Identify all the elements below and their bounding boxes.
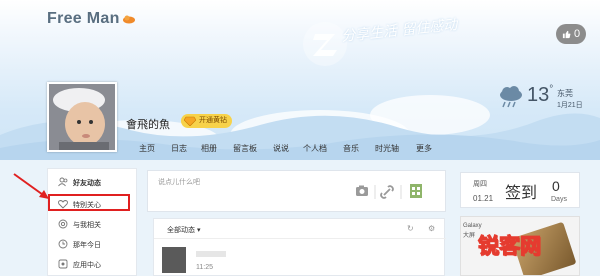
feed-filter-dropdown[interactable]: 全部动态 ▾ — [167, 225, 200, 235]
composer-placeholder: 说点儿什么吧 — [158, 179, 200, 186]
cloud-badge-icon — [123, 15, 135, 24]
weather-date: 1月21日 — [557, 102, 583, 109]
space-title[interactable]: Free Man — [47, 10, 120, 28]
camera-icon[interactable] — [356, 185, 368, 197]
sidebar-item-related[interactable]: 与我相关 — [48, 215, 138, 233]
checkin-unit: Days — [551, 196, 567, 203]
at-icon — [58, 219, 68, 229]
nav-item-music[interactable]: 音乐 — [343, 143, 359, 154]
checkin-count: 0 — [552, 178, 560, 194]
sidebar-item-label: 好友动态 — [73, 180, 101, 187]
main-nav: 主页 日志 相册 留言板 说说 个人档 音乐 时光轴 更多 — [0, 137, 600, 160]
nav-item-moments[interactable]: 说说 — [273, 143, 289, 154]
nav-item-blog[interactable]: 日志 — [171, 143, 187, 154]
checkin-date: 01.21 — [473, 194, 494, 203]
sidebar-item-label: 应用中心 — [73, 262, 101, 269]
watermark: 锐客网 — [478, 235, 542, 259]
clock-icon — [58, 239, 68, 249]
sidebar-item-app-center[interactable]: 应用中心 — [48, 255, 138, 273]
sidebar-item-label: 与我相关 — [73, 222, 101, 229]
link-icon[interactable] — [380, 185, 394, 199]
settings-icon[interactable]: ⚙ — [428, 224, 435, 233]
rain-cloud-icon — [500, 86, 522, 108]
username[interactable]: 會飛的魚 — [126, 116, 170, 132]
sidebar-item-label: 那年今日 — [73, 242, 101, 249]
sidebar-item-friends-feed[interactable]: 好友动态 — [48, 173, 138, 191]
post-composer[interactable]: 说点儿什么吧 — [147, 170, 446, 212]
feed-avatar[interactable] — [162, 247, 186, 273]
like-count: 0 — [573, 28, 581, 40]
nav-item-message-board[interactable]: 留言板 — [233, 143, 257, 154]
sidebar: 好友动态 特别关心 与我相关 那年今日 应用中心 — [47, 168, 137, 276]
nav-item-album[interactable]: 相册 — [201, 143, 217, 154]
checkin-button[interactable]: 签到 — [505, 179, 537, 203]
feed-author-name[interactable] — [196, 251, 226, 257]
composer-tools — [356, 184, 422, 199]
checkin-widget: 周四 01.21 签到 0 Days — [460, 172, 580, 208]
like-button[interactable]: 0 — [556, 24, 586, 44]
nav-item-more[interactable]: 更多 — [416, 143, 432, 154]
nav-item-timeline[interactable]: 时光轴 — [375, 143, 399, 154]
nav-item-profile[interactable]: 个人档 — [303, 143, 327, 154]
feed-time: 11:25 — [196, 264, 213, 271]
nav-item-home[interactable]: 主页 — [139, 143, 155, 154]
weather-temperature: 13° — [527, 84, 554, 106]
feed-header: 全部动态 ▾ ↻ ⚙ — [154, 219, 446, 239]
sidebar-item-this-day[interactable]: 那年今日 — [48, 235, 138, 253]
vip-label: 开通黄钻 — [199, 117, 227, 124]
friends-icon — [58, 177, 68, 187]
refresh-icon[interactable]: ↻ — [407, 224, 414, 233]
checkin-weekday: 周四 — [473, 181, 487, 188]
diamond-icon — [184, 116, 196, 126]
feed-panel: 全部动态 ▾ ↻ ⚙ 11:25 — [153, 218, 446, 276]
apps-grid-icon[interactable] — [410, 184, 422, 198]
apps-icon — [58, 259, 68, 269]
thumbs-up-icon — [562, 30, 571, 38]
highlight-box — [48, 194, 130, 211]
weather-city: 东莞 — [557, 89, 573, 98]
vip-button[interactable]: 开通黄钻 — [181, 114, 232, 128]
